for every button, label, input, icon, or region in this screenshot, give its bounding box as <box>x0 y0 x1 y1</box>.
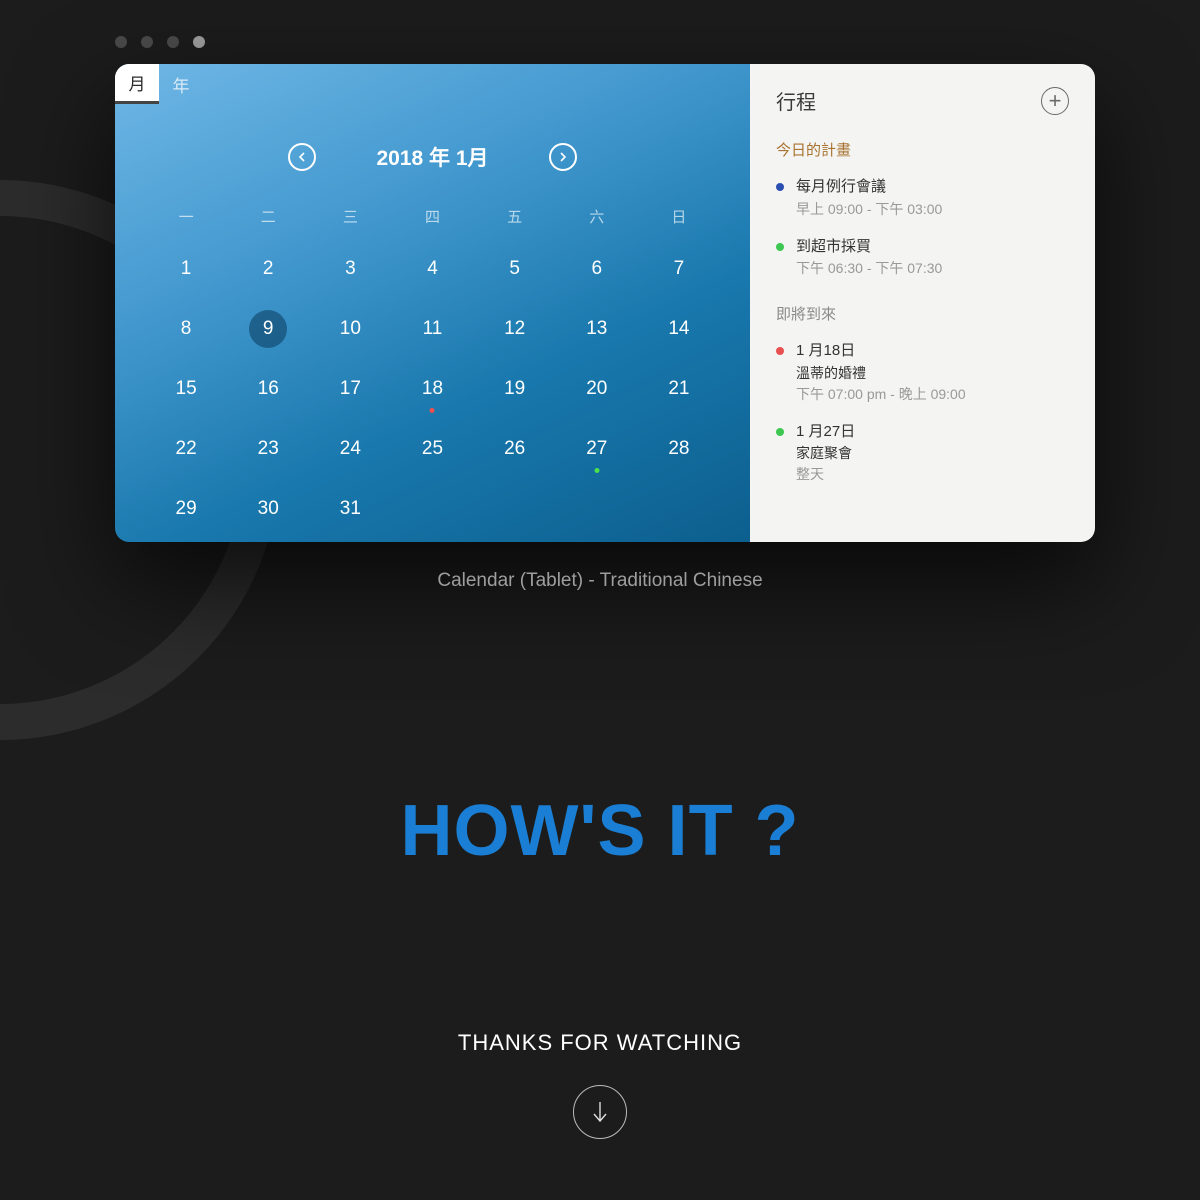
tab-month[interactable]: 月 <box>115 64 159 104</box>
weekday-label: 日 <box>638 206 720 227</box>
calendar-day[interactable]: 6 <box>556 251 638 287</box>
calendar-day[interactable]: 28 <box>638 431 720 467</box>
calendar-day <box>474 491 556 527</box>
calendar-day[interactable]: 11 <box>391 311 473 347</box>
prev-month-button[interactable] <box>288 143 316 171</box>
weekday-label: 六 <box>556 206 638 227</box>
weekday-label: 二 <box>227 206 309 227</box>
event-marker-icon <box>594 468 599 473</box>
event-time: 下午 07:00 pm - 晚上 09:00 <box>796 384 966 405</box>
calendar-day[interactable]: 22 <box>145 431 227 467</box>
weekday-label: 一 <box>145 206 227 227</box>
calendar-week: 891011121314 <box>145 311 720 347</box>
calendar-day[interactable]: 17 <box>309 371 391 407</box>
event-dot-icon <box>776 347 784 355</box>
event-date: 1 月18日 <box>796 340 966 363</box>
plus-icon: + <box>1049 90 1062 112</box>
calendar-day[interactable]: 23 <box>227 431 309 467</box>
chevron-right-icon <box>558 152 568 162</box>
calendar-day <box>391 491 473 527</box>
weekday-label: 三 <box>309 206 391 227</box>
calendar-day <box>556 491 638 527</box>
event-title: 家庭聚會 <box>796 443 855 464</box>
event-time: 下午 06:30 - 下午 07:30 <box>796 258 942 279</box>
event-title: 每月例行會議 <box>796 176 942 199</box>
calendar-day[interactable]: 3 <box>309 251 391 287</box>
sidebar-header: 行程 + <box>776 86 1069 115</box>
calendar-panel: 月 年 2018 年 1月 一二三四五六日 123456789101112131… <box>115 64 750 542</box>
calendar-day[interactable]: 10 <box>309 311 391 347</box>
calendar-day[interactable]: 19 <box>474 371 556 407</box>
calendar-day[interactable]: 7 <box>638 251 720 287</box>
event-body: 每月例行會議早上 09:00 - 下午 03:00 <box>796 176 942 220</box>
calendar-card: 月 年 2018 年 1月 一二三四五六日 123456789101112131… <box>115 64 1095 542</box>
thanks-text: THANKS FOR WATCHING <box>0 1030 1200 1056</box>
sidebar-title: 行程 <box>776 86 816 115</box>
view-tabs: 月 年 <box>115 64 720 104</box>
weekday-label: 四 <box>391 206 473 227</box>
event-item[interactable]: 到超市採買下午 06:30 - 下午 07:30 <box>776 236 1069 280</box>
calendar-week: 293031 <box>145 491 720 527</box>
calendar-day[interactable]: 5 <box>474 251 556 287</box>
weekday-label: 五 <box>474 206 556 227</box>
event-dot-icon <box>776 183 784 191</box>
calendar-day[interactable]: 15 <box>145 371 227 407</box>
calendar-week: 22232425262728 <box>145 431 720 467</box>
month-title: 2018 年 1月 <box>376 142 488 172</box>
next-month-button[interactable] <box>549 143 577 171</box>
calendar-day[interactable]: 18 <box>391 371 473 407</box>
calendar-day[interactable]: 16 <box>227 371 309 407</box>
calendar-day[interactable]: 24 <box>309 431 391 467</box>
calendar-day[interactable]: 26 <box>474 431 556 467</box>
event-body: 1 月18日溫蒂的婚禮下午 07:00 pm - 晚上 09:00 <box>796 340 966 405</box>
calendar-day[interactable]: 25 <box>391 431 473 467</box>
calendar-day[interactable]: 20 <box>556 371 638 407</box>
calendar-day[interactable]: 2 <box>227 251 309 287</box>
calendar-week: 1234567 <box>145 251 720 287</box>
event-time: 早上 09:00 - 下午 03:00 <box>796 199 942 220</box>
chevron-left-icon <box>297 152 307 162</box>
calendar-day[interactable]: 12 <box>474 311 556 347</box>
event-item[interactable]: 1 月18日溫蒂的婚禮下午 07:00 pm - 晚上 09:00 <box>776 340 1069 405</box>
calendar-day[interactable]: 14 <box>638 311 720 347</box>
event-time: 整天 <box>796 464 855 485</box>
calendar-day[interactable]: 9 <box>227 311 309 347</box>
arrow-down-icon <box>591 1101 609 1123</box>
event-dot-icon <box>776 428 784 436</box>
calendar-day[interactable]: 27 <box>556 431 638 467</box>
calendar-day[interactable]: 30 <box>227 491 309 527</box>
scroll-down-button[interactable] <box>573 1085 627 1139</box>
event-title: 到超市採買 <box>796 236 942 259</box>
event-date: 1 月27日 <box>796 421 855 444</box>
event-dot-icon <box>776 243 784 251</box>
tab-year[interactable]: 年 <box>159 64 203 104</box>
calendar-day[interactable]: 4 <box>391 251 473 287</box>
add-event-button[interactable]: + <box>1041 87 1069 115</box>
event-marker-icon <box>430 408 435 413</box>
month-navigation: 2018 年 1月 <box>145 142 720 172</box>
calendar-day[interactable]: 8 <box>145 311 227 347</box>
caption-text: Calendar (Tablet) - Traditional Chinese <box>0 570 1200 592</box>
calendar-day[interactable]: 1 <box>145 251 227 287</box>
calendar-week: 15161718192021 <box>145 371 720 407</box>
calendar-day <box>638 491 720 527</box>
event-item[interactable]: 每月例行會議早上 09:00 - 下午 03:00 <box>776 176 1069 220</box>
event-body: 1 月27日家庭聚會整天 <box>796 421 855 486</box>
calendar-day[interactable]: 21 <box>638 371 720 407</box>
pagination-dots <box>115 36 205 48</box>
today-heading: 今日的計畫 <box>776 139 1069 160</box>
calendar-day[interactable]: 13 <box>556 311 638 347</box>
event-body: 到超市採買下午 06:30 - 下午 07:30 <box>796 236 942 280</box>
headline-text: HOW'S IT ? <box>0 790 1200 872</box>
event-title: 溫蒂的婚禮 <box>796 363 966 384</box>
weekday-header: 一二三四五六日 <box>145 206 720 227</box>
calendar-day[interactable]: 31 <box>309 491 391 527</box>
event-item[interactable]: 1 月27日家庭聚會整天 <box>776 421 1069 486</box>
calendar-day[interactable]: 29 <box>145 491 227 527</box>
upcoming-heading: 即將到來 <box>776 303 1069 324</box>
calendar-grid: 1234567891011121314151617181920212223242… <box>145 251 720 527</box>
schedule-sidebar: 行程 + 今日的計畫 每月例行會議早上 09:00 - 下午 03:00 到超市採… <box>750 64 1095 542</box>
